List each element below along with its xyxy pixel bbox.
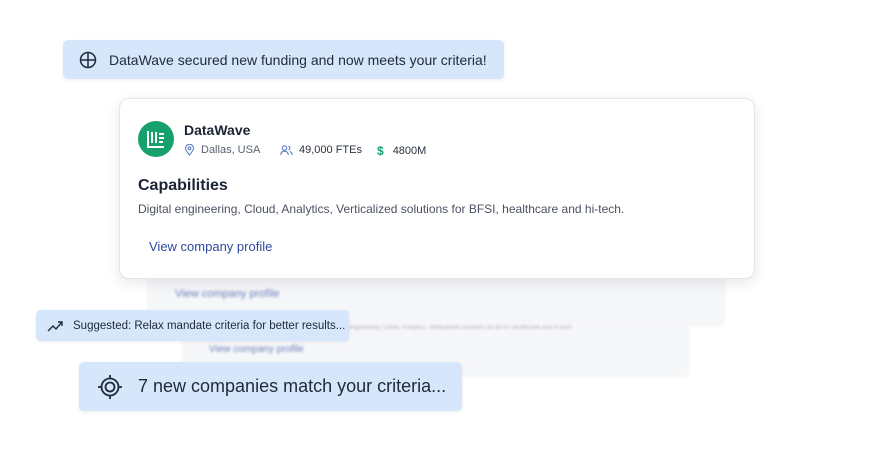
background-profile-link: View company profile [175, 288, 280, 300]
capabilities-description: Digital engineering, Cloud, Analytics, V… [138, 202, 625, 216]
company-employees: 49,000 FTEs [280, 144, 362, 156]
matches-notification[interactable]: 7 new companies match your criteria... [79, 362, 462, 411]
trending-up-icon [47, 320, 63, 331]
crosshair-globe-icon [79, 51, 97, 68]
company-logo [138, 121, 174, 157]
users-icon [280, 144, 293, 155]
dollar-icon: $ [377, 144, 384, 158]
location-text: Dallas, USA [201, 144, 261, 156]
background-capabilities-snippet: Digital engineering, Cloud, Analytics, V… [330, 325, 572, 331]
background-profile-link: View company profile [209, 344, 304, 355]
suggestion-notification[interactable]: Suggested: Relax mandate criteria for be… [36, 310, 349, 341]
funding-notification[interactable]: DataWave secured new funding and now mee… [63, 40, 504, 79]
funding-notification-text: DataWave secured new funding and now mee… [109, 51, 487, 68]
company-location: Dallas, USA [184, 144, 260, 156]
company-revenue: $ 4800M [377, 144, 426, 158]
suggestion-notification-text: Suggested: Relax mandate criteria for be… [73, 319, 346, 332]
target-icon [98, 374, 122, 399]
view-company-profile-link[interactable]: View company profile [149, 239, 272, 254]
company-card[interactable]: DataWave Dallas, USA 49,000 FTEs $ 4800M… [119, 98, 755, 279]
location-pin-icon [184, 144, 195, 156]
employees-text: 49,000 FTEs [299, 144, 362, 156]
datawave-logo-icon [147, 131, 164, 148]
capabilities-heading: Capabilities [138, 177, 228, 194]
revenue-text: 4800M [392, 145, 427, 157]
matches-notification-text: 7 new companies match your criteria... [138, 376, 447, 396]
company-name: DataWave [184, 122, 251, 138]
